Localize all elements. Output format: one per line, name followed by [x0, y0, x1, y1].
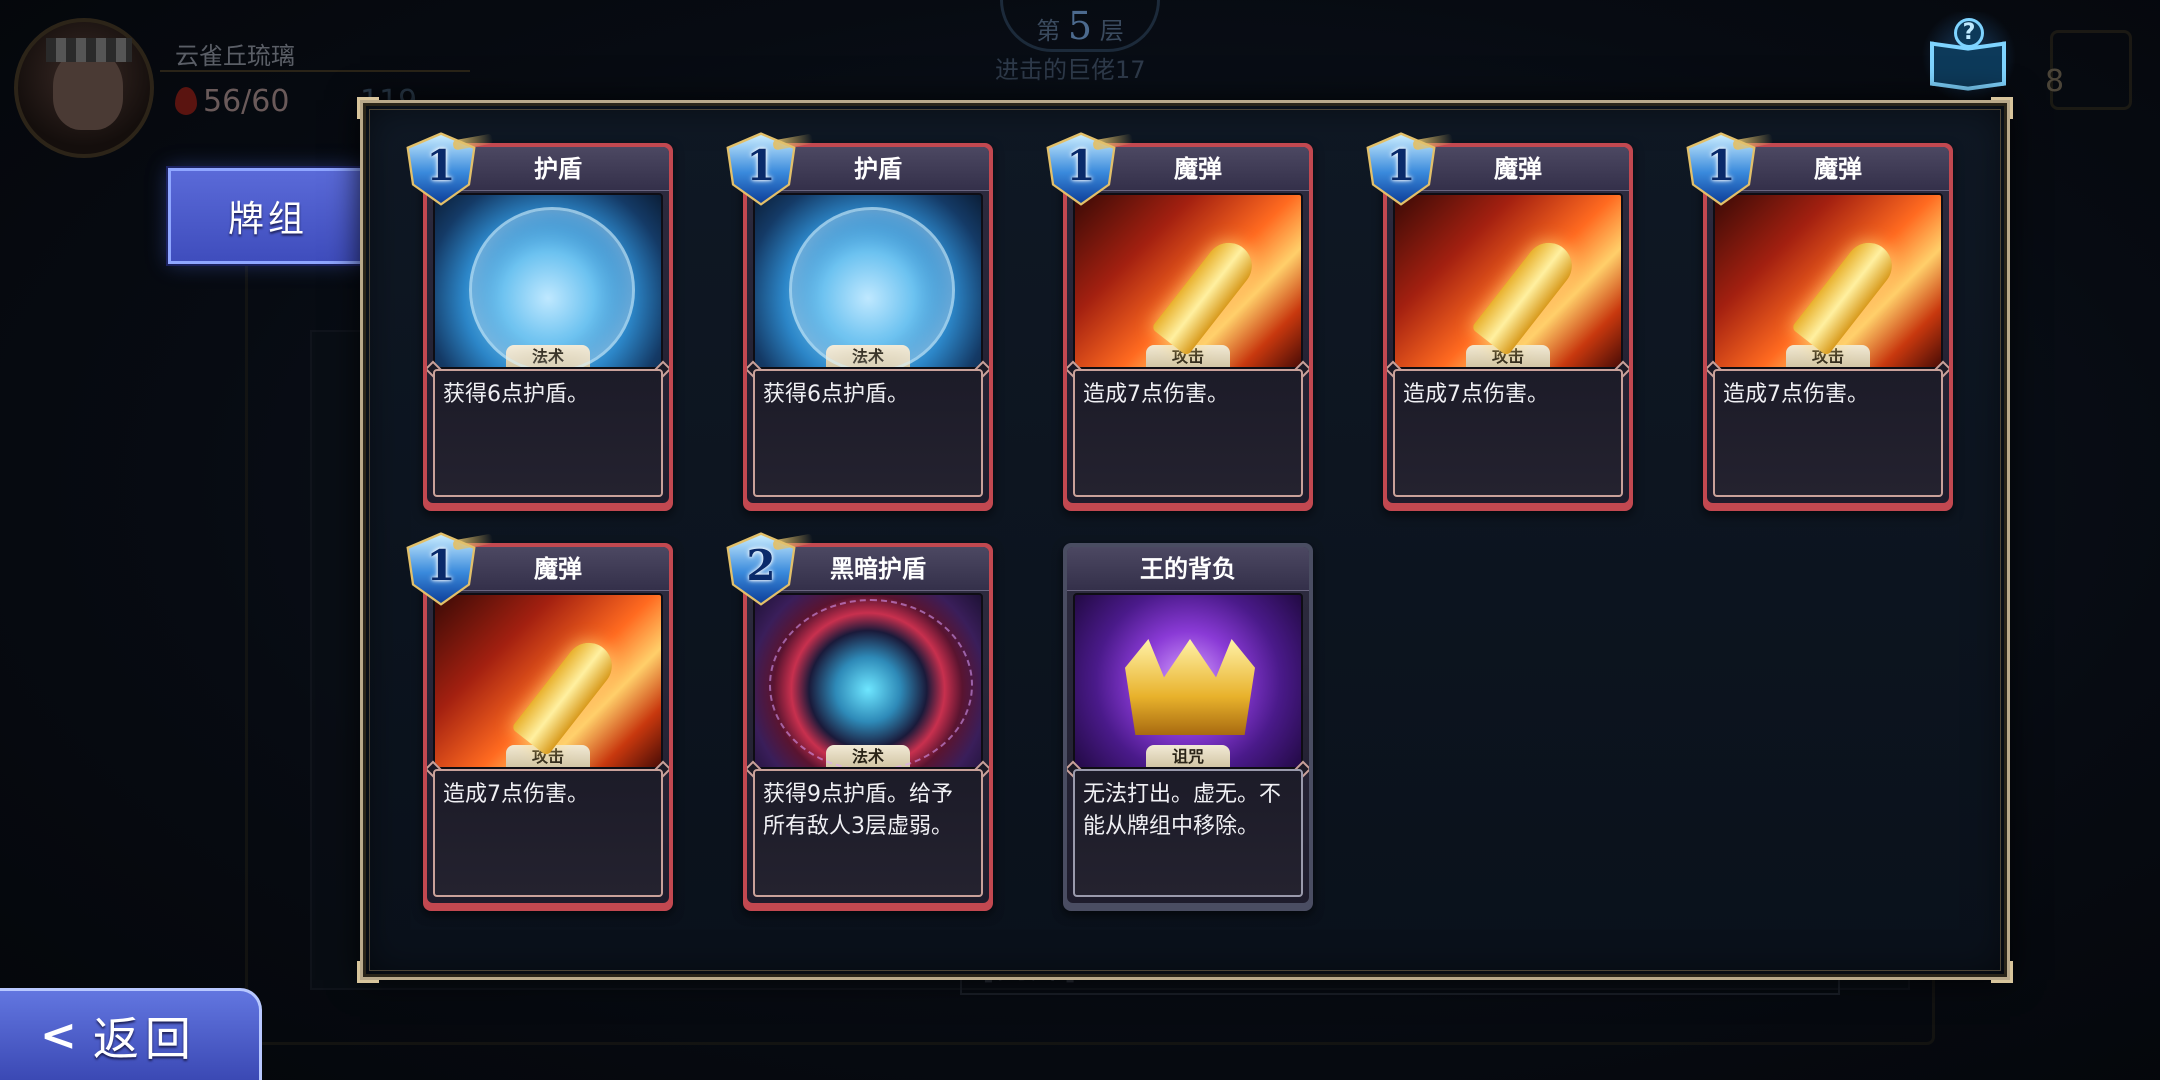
cost-gem-icon: 2 [726, 532, 814, 606]
card-description: 造成7点伤害。 [433, 769, 663, 897]
back-button-label: 返回 [92, 1011, 197, 1066]
card[interactable]: 1 护盾 法术 获得6点护盾。 [406, 132, 673, 511]
card-art-shield: 法术 [753, 193, 983, 369]
card[interactable]: 1 魔弹 攻击 造成7点伤害。 [406, 532, 673, 911]
card-description: 造成7点伤害。 [1073, 369, 1303, 497]
card-type: 法术 [506, 345, 590, 367]
card-description: 造成7点伤害。 [1393, 369, 1623, 497]
card-type: 攻击 [1146, 345, 1230, 367]
player-avatar[interactable] [14, 18, 154, 158]
card-art-shield: 法术 [433, 193, 663, 369]
card[interactable]: 王的背负诅咒 无法打出。虚无。不能从牌组中移除。 [1063, 543, 1313, 911]
floor-prefix: 第 [1036, 17, 1061, 45]
player-name: 云雀丘琉璃 [175, 42, 295, 70]
card-description: 无法打出。虚无。不能从牌组中移除。 [1073, 769, 1303, 897]
cost-gem-icon: 1 [726, 132, 814, 206]
cost-gem-icon: 1 [406, 532, 494, 606]
card-art-bullet: 攻击 [1713, 193, 1943, 369]
book-page-right [1968, 41, 2006, 91]
card-art-crown: 诅咒 [1073, 593, 1303, 769]
hp-value: 56/60 [203, 84, 290, 119]
frame-corner-ornament [1991, 961, 2013, 983]
card-body: 王的背负诅咒 无法打出。虚无。不能从牌组中移除。 [1067, 547, 1309, 903]
card-name: 王的背负 [1067, 547, 1309, 591]
chevron-left-icon: < [40, 1010, 77, 1061]
question-icon: ? [1954, 18, 1984, 48]
book-page-left [1930, 41, 1968, 91]
card-art-bullet: 攻击 [1393, 193, 1623, 369]
avatar-face [53, 50, 123, 130]
floor-suffix: 层 [1099, 17, 1124, 45]
frame-corner-ornament [1991, 97, 2013, 119]
card-type: 诅咒 [1146, 745, 1230, 767]
chest-count: 8 [2045, 64, 2065, 99]
cost-gem-icon: 1 [1366, 132, 1454, 206]
card-cost: 1 [1066, 141, 1096, 190]
card-cost: 1 [1386, 141, 1416, 190]
card-art-dark: 法术 [753, 593, 983, 769]
back-button[interactable]: < 返回 [0, 988, 262, 1080]
frame-corner-ornament [357, 961, 379, 983]
card-type: 法术 [826, 345, 910, 367]
card-description: 获得9点护盾。给予所有敌人3层虚弱。 [753, 769, 983, 897]
deck-tab-label: 牌组 [227, 199, 308, 240]
codex-book-icon[interactable]: ? [1918, 12, 2020, 100]
card-cost: 1 [1706, 141, 1736, 190]
encounter-title: 进击的巨佬17 [995, 56, 1146, 84]
cost-gem-icon: 1 [406, 132, 494, 206]
card-art-bullet: 攻击 [433, 593, 663, 769]
deck-tab[interactable]: 牌组 [168, 168, 368, 264]
card-description: 造成7点伤害。 [1713, 369, 1943, 497]
card[interactable]: 2 黑暗护盾 法术 获得9点护盾。给予所有敌人3层虚弱。 [726, 532, 993, 911]
name-divider [160, 70, 470, 72]
card[interactable]: 1 护盾 法术 获得6点护盾。 [726, 132, 993, 511]
card-description: 获得6点护盾。 [433, 369, 663, 497]
card-type: 攻击 [1466, 345, 1550, 367]
card-type: 攻击 [1786, 345, 1870, 367]
card[interactable]: 1 魔弹 攻击 造成7点伤害。 [1366, 132, 1633, 511]
card-cost: 2 [746, 541, 776, 590]
card-description: 获得6点护盾。 [753, 369, 983, 497]
card-cost: 1 [426, 141, 456, 190]
card[interactable]: 1 魔弹 攻击 造成7点伤害。 [1046, 132, 1313, 511]
card-type: 攻击 [506, 745, 590, 767]
blood-drop-icon [175, 87, 197, 115]
card[interactable]: 1 魔弹 攻击 造成7点伤害。 [1686, 132, 1953, 511]
frame-corner-ornament [357, 97, 379, 119]
hp-display: 56/60 [175, 84, 289, 119]
card-art-bullet: 攻击 [1073, 193, 1303, 369]
card-cost: 1 [746, 141, 776, 190]
card-cost: 1 [426, 541, 456, 590]
cost-gem-icon: 1 [1046, 132, 1134, 206]
floor-number: 5 [1067, 4, 1093, 48]
avatar-hat [46, 38, 132, 62]
card-type: 法术 [826, 745, 910, 767]
cost-gem-icon: 1 [1686, 132, 1774, 206]
deck-view-modal: 1 护盾 法术 获得6点护盾。 1 护盾 法术 获得6点护盾。 1 魔弹 攻击 造成7点伤害。 1 魔弹攻… [357, 97, 2013, 983]
